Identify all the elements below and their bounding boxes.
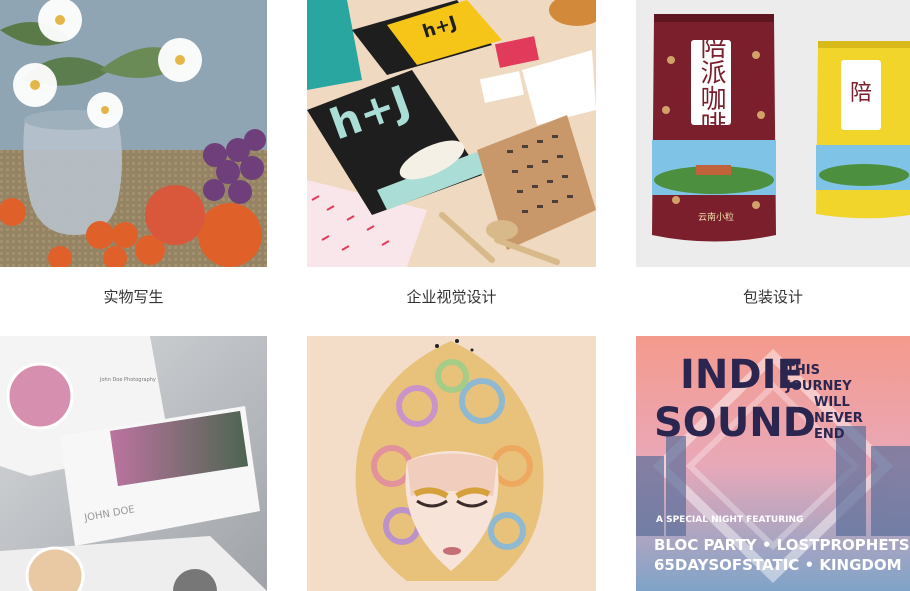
poster-bands-line2: 65DAYSOFSTATIC • KINGDOM xyxy=(654,556,902,574)
coffee-packaging-image[interactable]: 陪派咖啡 云南小粒 陪 xyxy=(636,0,910,267)
brochure-subtitle: John Doe Photography xyxy=(99,377,156,383)
packaging-brand-text: 陪派咖啡 xyxy=(696,33,726,137)
gallery-card-still-life[interactable]: 实物写生 xyxy=(0,0,267,320)
poster-tagline-5: END xyxy=(814,427,845,442)
brochure-mockup-image[interactable]: John Doe Photography JOHN DOE xyxy=(0,336,267,591)
gallery-card-poster[interactable]: INDIE SOUND THIS JOURNEY WILL NEVER END … xyxy=(636,336,910,591)
poster-tagline-4: NEVER xyxy=(814,411,863,426)
poster-tagline-1: THIS xyxy=(786,363,820,378)
face-illustration-image[interactable] xyxy=(307,336,596,591)
poster-featuring: A SPECIAL NIGHT FEATURING xyxy=(656,515,803,525)
poster-title-line2: SOUND xyxy=(654,400,816,446)
gallery-caption: 包装设计 xyxy=(742,288,803,306)
gallery-card-brochure[interactable]: John Doe Photography JOHN DOE xyxy=(0,336,267,591)
portfolio-gallery: 实物写生 h+J h+J 企业视觉设计 陪派咖啡 云南小粒 陪 包装设计 Joh… xyxy=(0,0,910,591)
packaging-small-text: 云南小粒 xyxy=(698,211,734,223)
poster-tagline-3: WILL xyxy=(814,395,850,410)
gallery-caption: 企业视觉设计 xyxy=(406,288,497,306)
gallery-card-packaging[interactable]: 陪派咖啡 云南小粒 陪 包装设计 xyxy=(636,0,910,320)
still-life-image[interactable] xyxy=(0,0,267,267)
gallery-caption: 实物写生 xyxy=(103,288,164,306)
indie-sound-poster-image[interactable]: INDIE SOUND THIS JOURNEY WILL NEVER END … xyxy=(636,336,910,591)
svg-text:陪: 陪 xyxy=(850,81,872,106)
poster-tagline-2: JOURNEY xyxy=(785,379,852,394)
gallery-card-corporate-identity[interactable]: h+J h+J 企业视觉设计 xyxy=(307,0,596,320)
gallery-card-illustration[interactable] xyxy=(307,336,596,591)
corporate-identity-image[interactable]: h+J h+J xyxy=(307,0,596,267)
poster-bands-line1: BLOC PARTY • LOSTPROPHETS xyxy=(654,536,910,554)
